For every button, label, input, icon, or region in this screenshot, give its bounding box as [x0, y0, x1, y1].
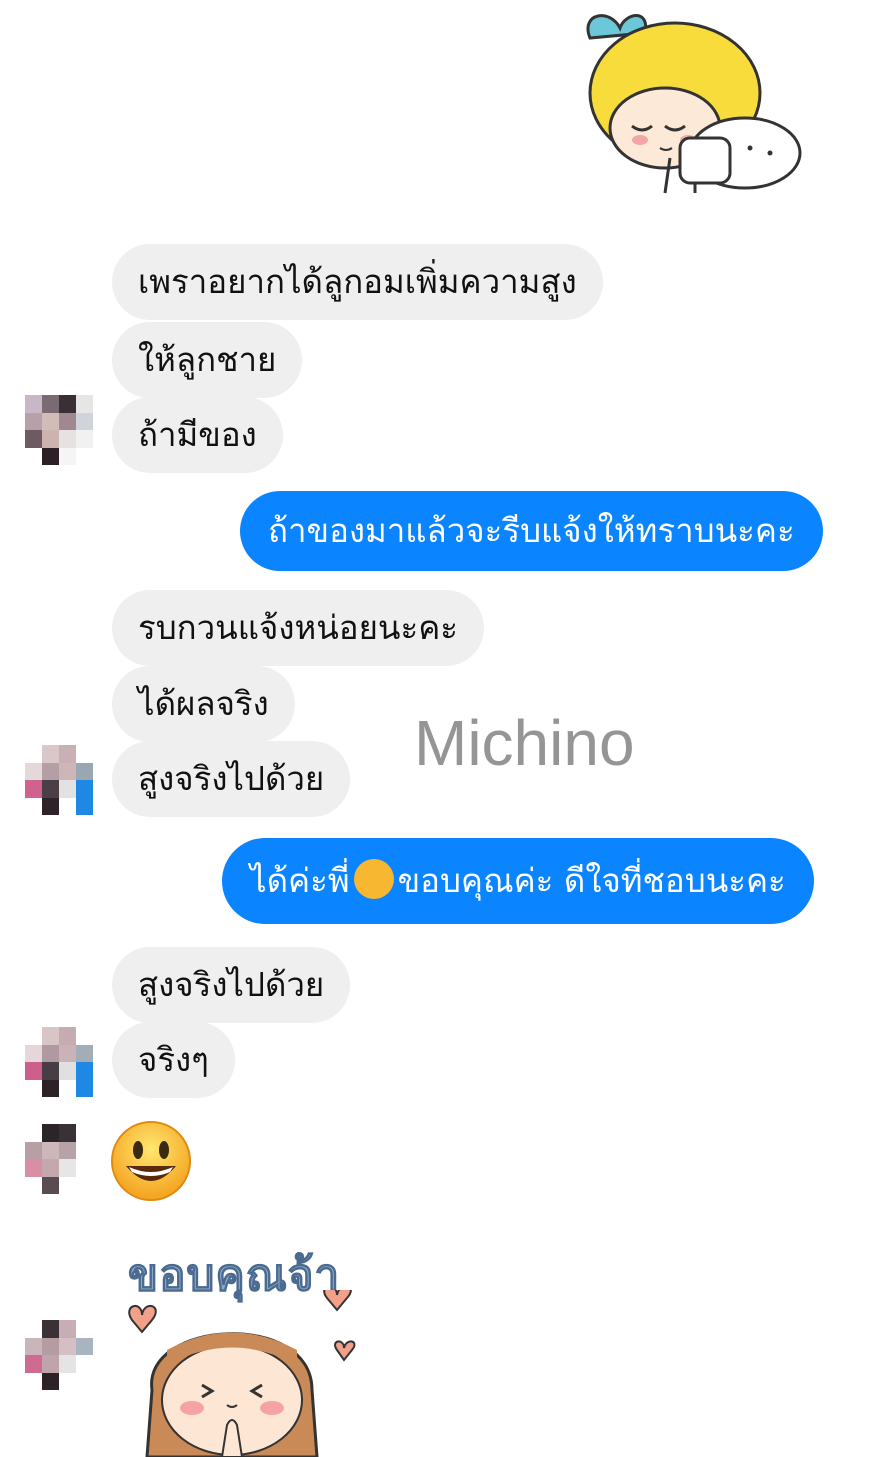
- outgoing-message: ถ้าของมาแล้วจะรีบแจ้งให้ทราบนะคะ: [240, 491, 823, 571]
- outgoing-message-part: ขอบคุณค่ะ ดีใจที่ชอบนะคะ: [397, 861, 786, 900]
- incoming-message: เพราอยากได้ลูกอมเพิ่มความสูง: [112, 244, 603, 320]
- avatar[interactable]: [25, 395, 93, 465]
- incoming-message: ได้ผลจริง: [112, 666, 295, 742]
- avatar[interactable]: [25, 1027, 93, 1097]
- avatar[interactable]: [25, 1124, 93, 1194]
- outgoing-message-part: ได้ค่ะพี่: [250, 861, 350, 900]
- grinning-face-icon: [111, 1121, 191, 1201]
- bow-girl-sticker: [586, 14, 802, 194]
- avatar[interactable]: [25, 745, 93, 815]
- avatar[interactable]: [25, 1320, 93, 1390]
- incoming-message: จริงๆ: [112, 1022, 235, 1098]
- incoming-message: ให้ลูกชาย: [112, 322, 303, 398]
- watermark: Michino: [414, 707, 635, 779]
- incoming-message: ถ้ามีของ: [112, 397, 283, 473]
- incoming-message: รบกวนแจ้งหน่อยนะคะ: [112, 590, 485, 666]
- incoming-message: สูงจริงไปด้วย: [112, 947, 351, 1023]
- smiling-face-with-hearts-icon: [353, 858, 394, 899]
- incoming-message: สูงจริงไปด้วย: [112, 741, 351, 817]
- thank-you-girl-sticker: [128, 1290, 356, 1457]
- outgoing-message: ได้ค่ะพี่ ขอบคุณค่ะ ดีใจที่ชอบนะคะ: [222, 838, 814, 924]
